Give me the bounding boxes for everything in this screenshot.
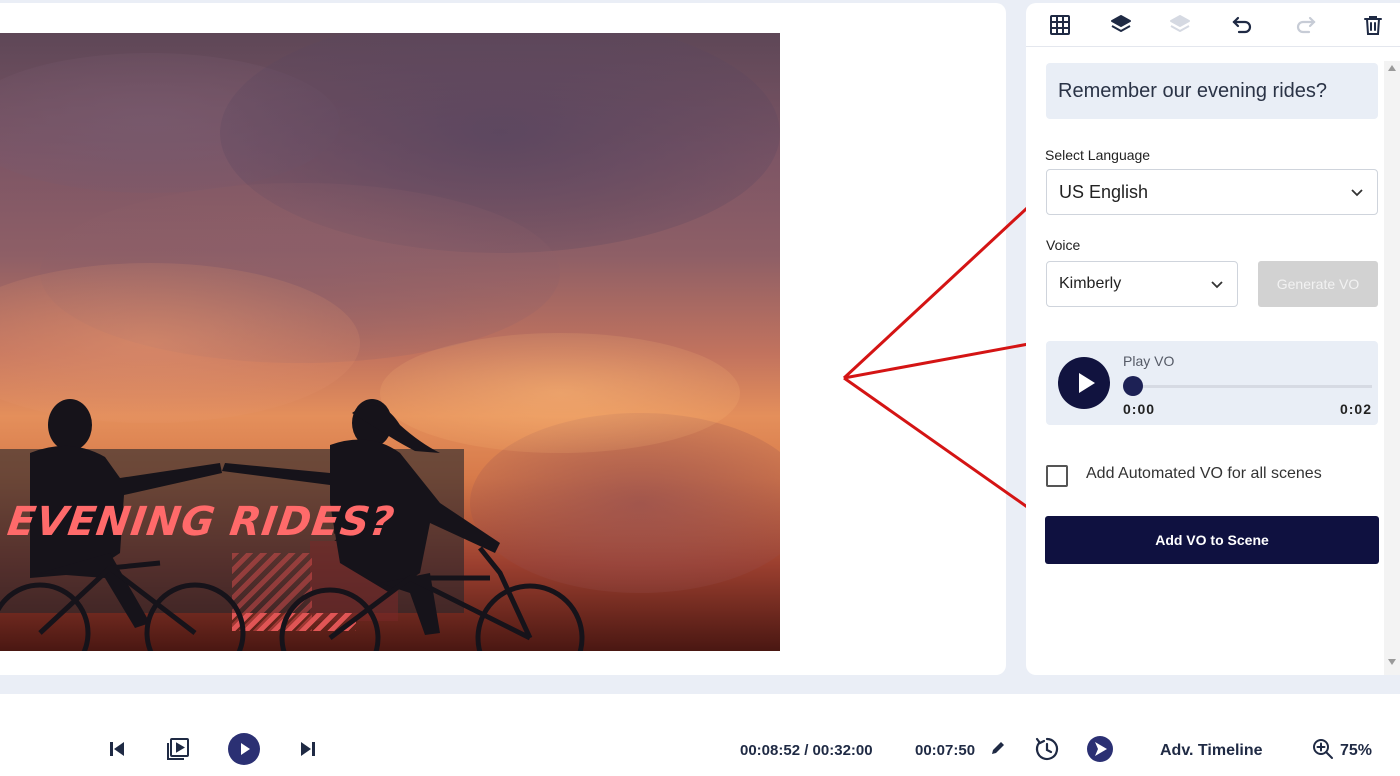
vo-time-current: 0:00	[1123, 401, 1156, 417]
panel-toolbar	[1026, 3, 1400, 47]
timer-icon[interactable]	[1032, 734, 1062, 764]
redo-disabled-icon	[1292, 11, 1320, 39]
panel-scrollbar[interactable]	[1384, 61, 1400, 675]
language-value: US English	[1059, 182, 1149, 202]
layers-disabled-icon	[1166, 11, 1194, 39]
scene-caption[interactable]: EVENING RIDES?	[5, 499, 398, 545]
skip-back-icon[interactable]	[102, 734, 132, 764]
scene-preview-icon[interactable]	[163, 734, 193, 764]
play-button[interactable]	[228, 733, 260, 765]
playback-bar: 00:08:52 / 00:32:00 00:07:50 Adv. Timeli…	[0, 694, 1400, 776]
zoom-level[interactable]: 75%	[1340, 742, 1372, 760]
generate-vo-button[interactable]: Generate VO	[1258, 261, 1378, 307]
cyclists-silhouette	[0, 399, 585, 651]
vo-seek-track[interactable]	[1134, 385, 1372, 388]
auto-vo-checkbox[interactable]	[1046, 465, 1068, 487]
voice-label: Voice	[1046, 237, 1081, 253]
grid-icon[interactable]	[1046, 11, 1074, 39]
voice-value: Kimberly	[1059, 275, 1122, 292]
chevron-down-icon	[1211, 281, 1223, 289]
voice-select[interactable]: Kimberly	[1046, 261, 1238, 307]
scene-text-field[interactable]: Remember our evening rides?	[1046, 63, 1378, 119]
adv-timeline-link[interactable]: Adv. Timeline	[1160, 742, 1263, 760]
vo-player-label: Play VO	[1123, 353, 1175, 369]
scene-preview[interactable]: EVENING RIDES?	[0, 33, 780, 651]
auto-vo-label: Add Automated VO for all scenes	[1086, 465, 1322, 482]
play-icon[interactable]	[1058, 357, 1110, 409]
scene-duration[interactable]: 00:07:50	[915, 742, 975, 759]
vo-time-duration: 0:02	[1339, 401, 1372, 417]
cursor-play-icon[interactable]	[1085, 734, 1115, 764]
elapsed-total-time: 00:08:52 / 00:32:00	[740, 742, 873, 759]
canvas-panel: EVENING RIDES?	[0, 3, 1006, 675]
zoom-icon[interactable]	[1308, 734, 1338, 764]
chevron-down-icon	[1351, 189, 1363, 197]
layers-icon[interactable]	[1107, 11, 1135, 39]
language-select[interactable]: US English	[1046, 169, 1378, 215]
undo-icon[interactable]	[1228, 11, 1256, 39]
voiceover-panel: Remember our evening rides? Select Langu…	[1026, 3, 1400, 675]
trash-icon[interactable]	[1359, 11, 1387, 39]
language-label: Select Language	[1045, 147, 1151, 163]
skip-forward-icon[interactable]	[293, 734, 323, 764]
vo-seek-handle[interactable]	[1123, 376, 1143, 396]
vo-player: Play VO 0:00 0:02	[1046, 341, 1378, 425]
pencil-icon[interactable]	[988, 738, 1008, 758]
add-vo-to-scene-button[interactable]: Add VO to Scene	[1045, 516, 1379, 564]
scroll-up-icon[interactable]	[1388, 65, 1396, 71]
scroll-down-icon[interactable]	[1388, 659, 1396, 665]
